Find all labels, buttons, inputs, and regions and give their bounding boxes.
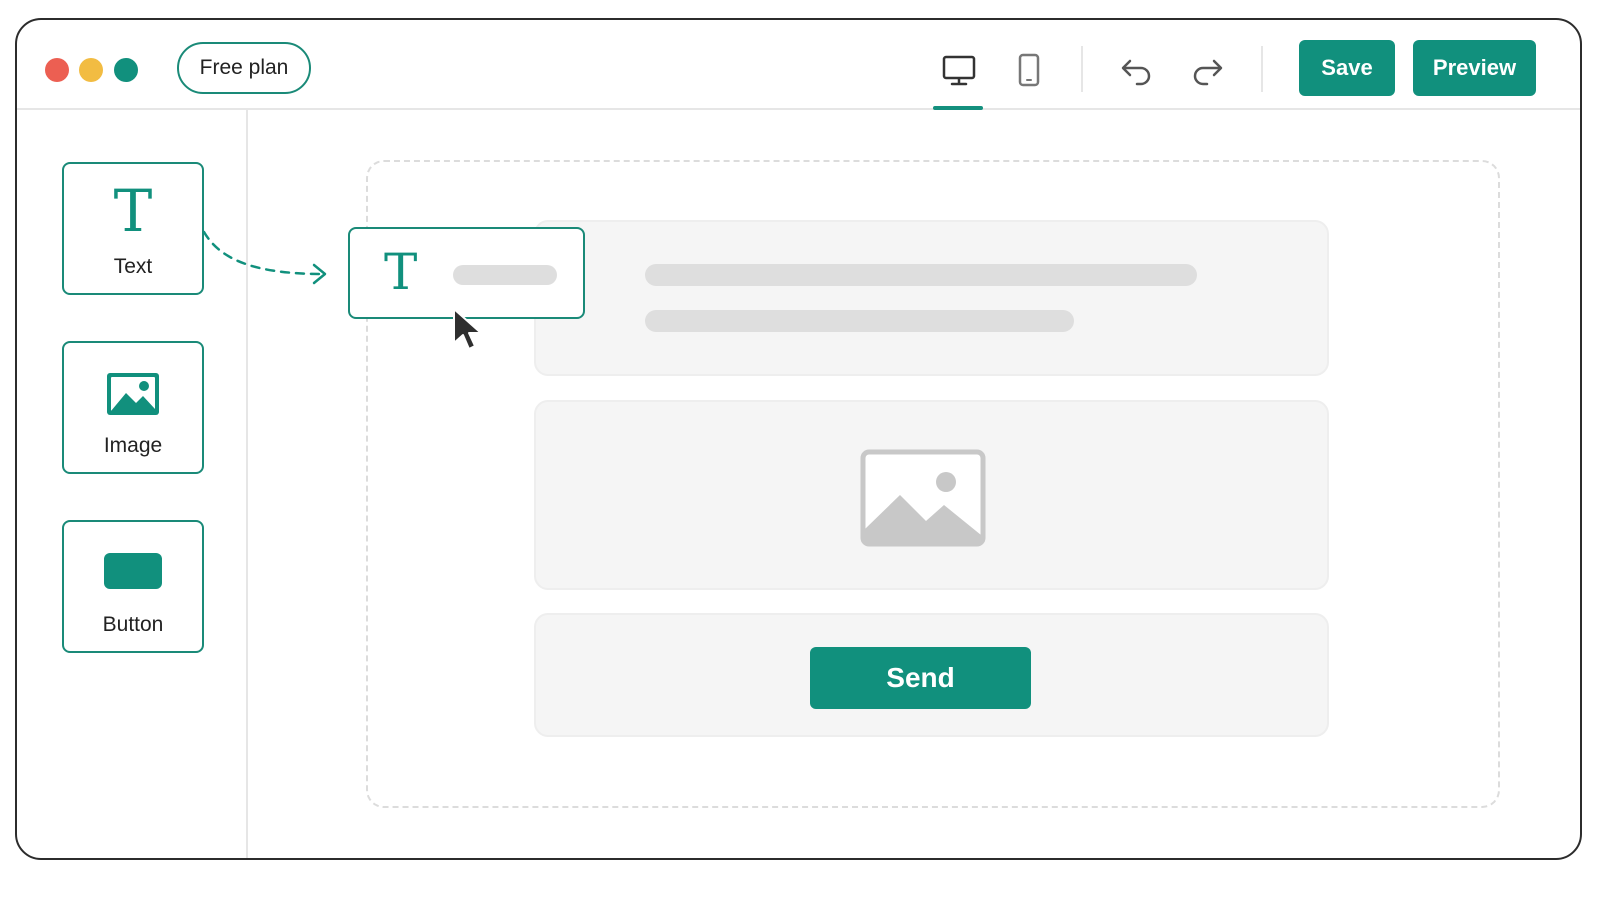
undo-icon[interactable] xyxy=(1117,50,1157,90)
component-label: Button xyxy=(102,613,164,636)
component-sidebar: T Text Image Button xyxy=(17,110,248,858)
component-tile-button[interactable]: Button xyxy=(62,520,204,653)
close-window-button[interactable] xyxy=(45,58,69,82)
text-icon: T xyxy=(113,177,153,245)
skeleton-line xyxy=(453,265,557,285)
preview-button[interactable]: Preview xyxy=(1413,40,1536,96)
component-tile-text[interactable]: T Text xyxy=(62,162,204,295)
image-icon xyxy=(64,371,202,417)
plan-badge[interactable]: Free plan xyxy=(177,42,311,94)
skeleton-line xyxy=(645,264,1197,286)
skeleton-line xyxy=(645,310,1074,332)
minimize-window-button[interactable] xyxy=(79,58,103,82)
component-tile-image[interactable]: Image xyxy=(62,341,204,474)
image-placeholder-icon xyxy=(860,449,986,552)
toolbar-divider xyxy=(1081,46,1083,92)
drag-arrow-icon xyxy=(202,230,327,285)
component-label: Image xyxy=(103,434,163,457)
save-button[interactable]: Save xyxy=(1299,40,1395,96)
maximize-window-button[interactable] xyxy=(114,58,138,82)
text-block-placeholder[interactable] xyxy=(534,220,1329,376)
text-icon: T xyxy=(384,243,418,301)
image-block-placeholder[interactable] xyxy=(534,400,1329,590)
redo-icon[interactable] xyxy=(1187,50,1227,90)
mobile-icon[interactable] xyxy=(1009,50,1049,90)
component-label: Text xyxy=(113,255,153,278)
toolbar-divider xyxy=(1261,46,1263,92)
button-shape-icon xyxy=(64,552,202,590)
dragged-text-component[interactable]: T xyxy=(348,227,585,319)
app-window: Free plan Save Preview T Text Image Butt… xyxy=(15,18,1582,860)
active-device-indicator xyxy=(933,106,983,110)
send-button[interactable]: Send xyxy=(810,647,1031,709)
toolbar: Free plan Save Preview xyxy=(17,20,1580,110)
desktop-icon[interactable] xyxy=(939,50,979,90)
mouse-cursor-icon xyxy=(453,308,482,350)
